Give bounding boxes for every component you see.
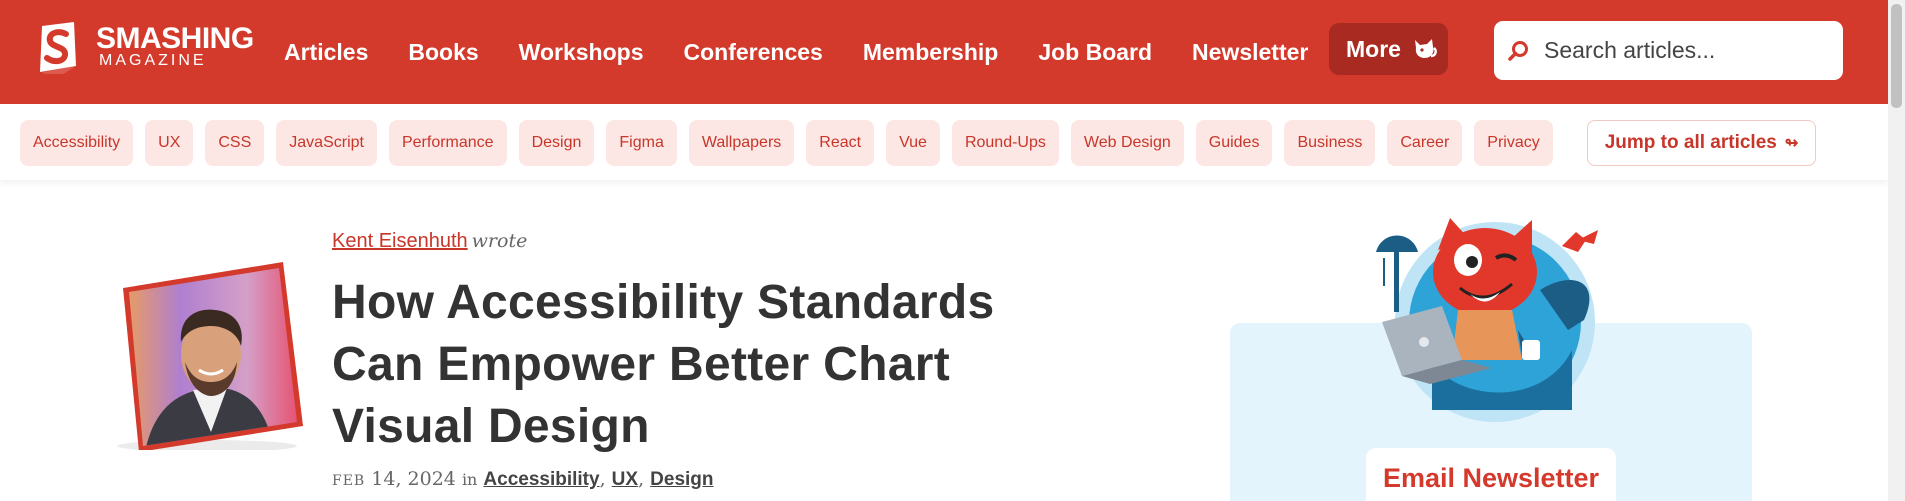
jump-to-all-articles-button[interactable]: Jump to all articles ↬ [1587, 120, 1816, 166]
article-title: How Accessibility Standards Can Empower … [332, 276, 995, 453]
search-box[interactable] [1494, 21, 1843, 80]
tag-ux[interactable]: UX [145, 120, 194, 166]
category-link-ux[interactable]: UX [612, 469, 638, 490]
nav-books[interactable]: Books [408, 39, 478, 66]
search-icon [1508, 40, 1528, 61]
tag-wallpapers[interactable]: Wallpapers [688, 120, 795, 166]
category-link-accessibility[interactable]: Accessibility [483, 469, 599, 490]
byline: Kent Eisenhuth wrote [332, 230, 527, 253]
nav-newsletter[interactable]: Newsletter [1192, 39, 1308, 66]
tag-react[interactable]: React [806, 120, 875, 166]
more-label: More [1346, 35, 1401, 62]
tag-css[interactable]: CSS [205, 120, 265, 166]
tag-web-design[interactable]: Web Design [1070, 120, 1184, 166]
smashing-logo-icon [40, 22, 76, 74]
email-newsletter-button[interactable]: Email Newsletter [1366, 448, 1616, 501]
author-link[interactable]: Kent Eisenhuth [332, 230, 468, 252]
scrollbar-thumb[interactable] [1891, 4, 1902, 108]
category-link-design[interactable]: Design [650, 469, 713, 490]
meta-in: in [461, 470, 478, 489]
tag-guides[interactable]: Guides [1195, 120, 1273, 166]
nav-conferences[interactable]: Conferences [684, 39, 823, 66]
jump-label: Jump to all articles [1604, 132, 1777, 153]
nav-workshops[interactable]: Workshops [519, 39, 644, 66]
tag-privacy[interactable]: Privacy [1474, 120, 1553, 166]
top-navigation-bar: SMASHING MAGAZINE Articles Books Worksho… [0, 0, 1888, 104]
topic-tag-bar: Accessibility UX CSS JavaScript Performa… [0, 104, 1888, 180]
main-nav: Articles Books Workshops Conferences Mem… [264, 0, 1328, 104]
byline-wrote: wrote [471, 230, 528, 252]
tag-list: Accessibility UX CSS JavaScript Performa… [20, 120, 1565, 166]
newsletter-cat-illustration [1376, 218, 1598, 422]
article-meta: FEB 14, 2024 in Accessibility, UX, Desig… [332, 468, 714, 490]
tag-performance[interactable]: Performance [388, 120, 507, 166]
tag-business[interactable]: Business [1284, 120, 1376, 166]
date-day-year: 14, 2024 [371, 468, 456, 490]
search-input[interactable] [1544, 37, 1824, 64]
tag-round-ups[interactable]: Round-Ups [951, 120, 1059, 166]
nav-job-board[interactable]: Job Board [1038, 39, 1152, 66]
tag-design[interactable]: Design [518, 120, 595, 166]
nav-articles[interactable]: Articles [284, 39, 368, 66]
tag-vue[interactable]: Vue [886, 120, 940, 166]
page-scrollbar[interactable] [1888, 0, 1905, 501]
tag-javascript[interactable]: JavaScript [276, 120, 377, 166]
smashing-logo[interactable]: SMASHING MAGAZINE [36, 20, 254, 90]
arrow-right-icon: ↬ [1784, 135, 1799, 152]
tag-figma[interactable]: Figma [606, 120, 677, 166]
date-month: FEB [332, 473, 366, 489]
cat-icon [1414, 39, 1437, 58]
logo-subtitle: MAGAZINE [99, 52, 207, 69]
nav-membership[interactable]: Membership [863, 39, 998, 66]
author-avatar[interactable] [115, 262, 303, 450]
logo-title: SMASHING [96, 22, 254, 55]
tag-accessibility[interactable]: Accessibility [20, 120, 134, 166]
more-button[interactable]: More [1329, 23, 1448, 75]
tag-career[interactable]: Career [1387, 120, 1463, 166]
